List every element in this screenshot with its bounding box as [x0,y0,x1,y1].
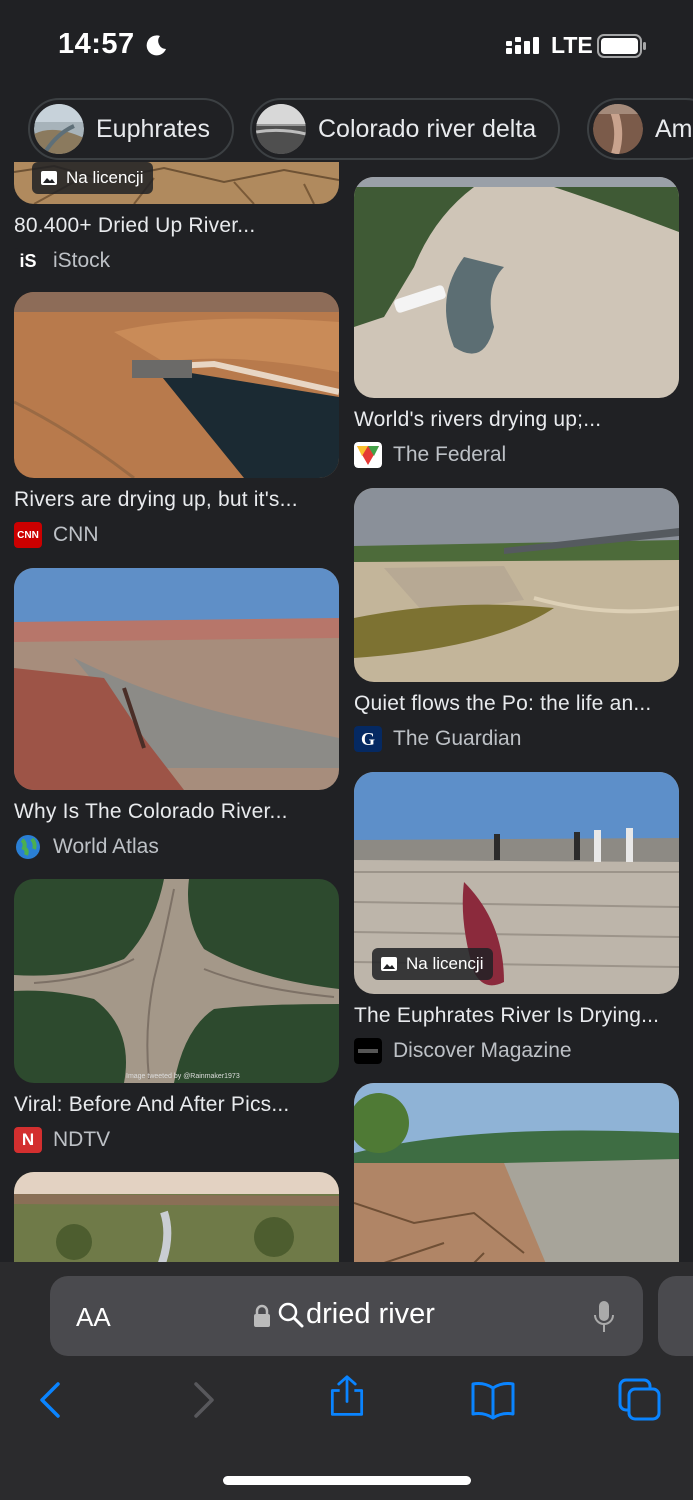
result-image[interactable]: Na licencji [354,772,679,994]
chip-thumbnail-image [593,104,643,154]
result-title[interactable]: Quiet flows the Po: the life an... [354,692,679,716]
image-icon [381,957,397,971]
image-results-grid: Na licencji 80.400+ Dried Up River... iS… [0,162,693,1262]
result-title[interactable]: World's rivers drying up;... [354,408,679,432]
result-source[interactable]: iS iStock [14,248,339,274]
license-label: Na licencji [406,954,484,973]
cellular-signal-icon [506,37,539,54]
license-label: Na licencji [66,168,144,187]
next-tab-address-bar[interactable] [658,1276,693,1356]
chip-euphrates[interactable]: Euphrates [28,98,234,160]
image-result-card[interactable] [354,1083,679,1262]
chip-thumbnail-image [34,104,84,154]
result-image[interactable]: Na licencji [14,162,339,204]
license-badge: Na licencji [372,948,494,980]
istock-favicon-icon: iS [14,248,42,274]
browser-toolbar: AA dried river [0,1262,693,1500]
result-image[interactable]: Image tweeted by @Rainmaker1973 [14,879,339,1083]
image-result-card[interactable]: World's rivers drying up;... The Federal [354,177,679,468]
result-image[interactable] [354,177,679,398]
chip-thumbnail-image [256,104,306,154]
text-size-button[interactable]: AA [76,1302,111,1333]
result-source[interactable]: N NDTV [14,1127,339,1153]
status-time: 14:57 [58,28,135,60]
forward-chevron-icon[interactable] [180,1378,224,1422]
related-search-chips: Euphrates Colorado river delta Am [0,96,693,162]
result-image[interactable] [354,488,679,682]
source-name: iStock [53,249,111,272]
cnn-favicon-icon: CNN [14,522,42,548]
result-title[interactable]: The Euphrates River Is Drying... [354,1004,679,1028]
image-result-card[interactable]: Na licencji The Euphrates River Is Dryin… [354,772,679,1064]
image-result-card[interactable]: Quiet flows the Po: the life an... G The… [354,488,679,752]
result-image[interactable] [354,1083,679,1262]
share-icon[interactable] [325,1374,369,1418]
image-result-card[interactable] [14,1172,339,1262]
status-bar: 14:57 LTE [0,0,693,90]
address-bar[interactable]: AA dried river [50,1276,643,1356]
chip-label: Colorado river delta [318,114,537,143]
guardian-favicon-icon: G [354,726,382,752]
result-title[interactable]: 80.400+ Dried Up River... [14,214,339,238]
back-chevron-icon[interactable] [30,1378,74,1422]
result-title[interactable]: Viral: Before And After Pics... [14,1093,339,1117]
chip-label: Euphrates [96,114,210,143]
image-result-card[interactable]: Na licencji 80.400+ Dried Up River... iS… [14,162,339,274]
result-image[interactable] [14,568,339,790]
tabs-icon[interactable] [618,1378,662,1422]
microphone-icon[interactable] [593,1300,615,1334]
license-badge: Na licencji [32,162,154,194]
source-name: World Atlas [53,835,159,858]
globe-favicon-icon [16,835,40,859]
bookmarks-book-icon[interactable] [470,1378,516,1422]
chip-colorado-river-delta[interactable]: Colorado river delta [250,98,561,160]
network-type: LTE [551,32,593,58]
lock-icon [254,1304,270,1327]
image-icon [41,171,57,185]
the-federal-favicon-icon [354,442,382,468]
do-not-disturb-moon-icon [146,35,166,56]
home-indicator[interactable] [223,1476,471,1485]
source-name: The Federal [393,443,507,466]
search-icon [278,1302,304,1328]
discover-magazine-favicon-icon [354,1038,382,1064]
result-source[interactable]: The Federal [354,442,679,468]
source-name: NDTV [53,1128,111,1151]
source-name: The Guardian [393,727,522,750]
source-name: CNN [53,523,99,546]
image-credit: Image tweeted by @Rainmaker1973 [126,1073,240,1080]
result-image[interactable] [14,1172,339,1262]
result-image[interactable] [14,292,339,478]
image-result-card[interactable]: Image tweeted by @Rainmaker1973 Viral: B… [14,879,339,1153]
source-name: Discover Magazine [393,1039,572,1062]
ndtv-favicon-icon: N [14,1127,42,1153]
result-source[interactable]: Discover Magazine [354,1038,679,1064]
result-title[interactable]: Rivers are drying up, but it's... [14,488,339,512]
image-result-card[interactable]: Why Is The Colorado River... World Atlas [14,568,339,860]
search-query-field[interactable]: dried river [306,1298,435,1331]
result-source[interactable]: World Atlas [14,834,339,860]
chip-am[interactable]: Am [587,98,693,160]
image-result-card[interactable]: Rivers are drying up, but it's... CNN CN… [14,292,339,548]
chip-label: Am [655,114,693,143]
result-source[interactable]: G The Guardian [354,726,679,752]
battery-icon [597,34,646,58]
result-source[interactable]: CNN CNN [14,522,339,548]
result-title[interactable]: Why Is The Colorado River... [14,800,339,824]
